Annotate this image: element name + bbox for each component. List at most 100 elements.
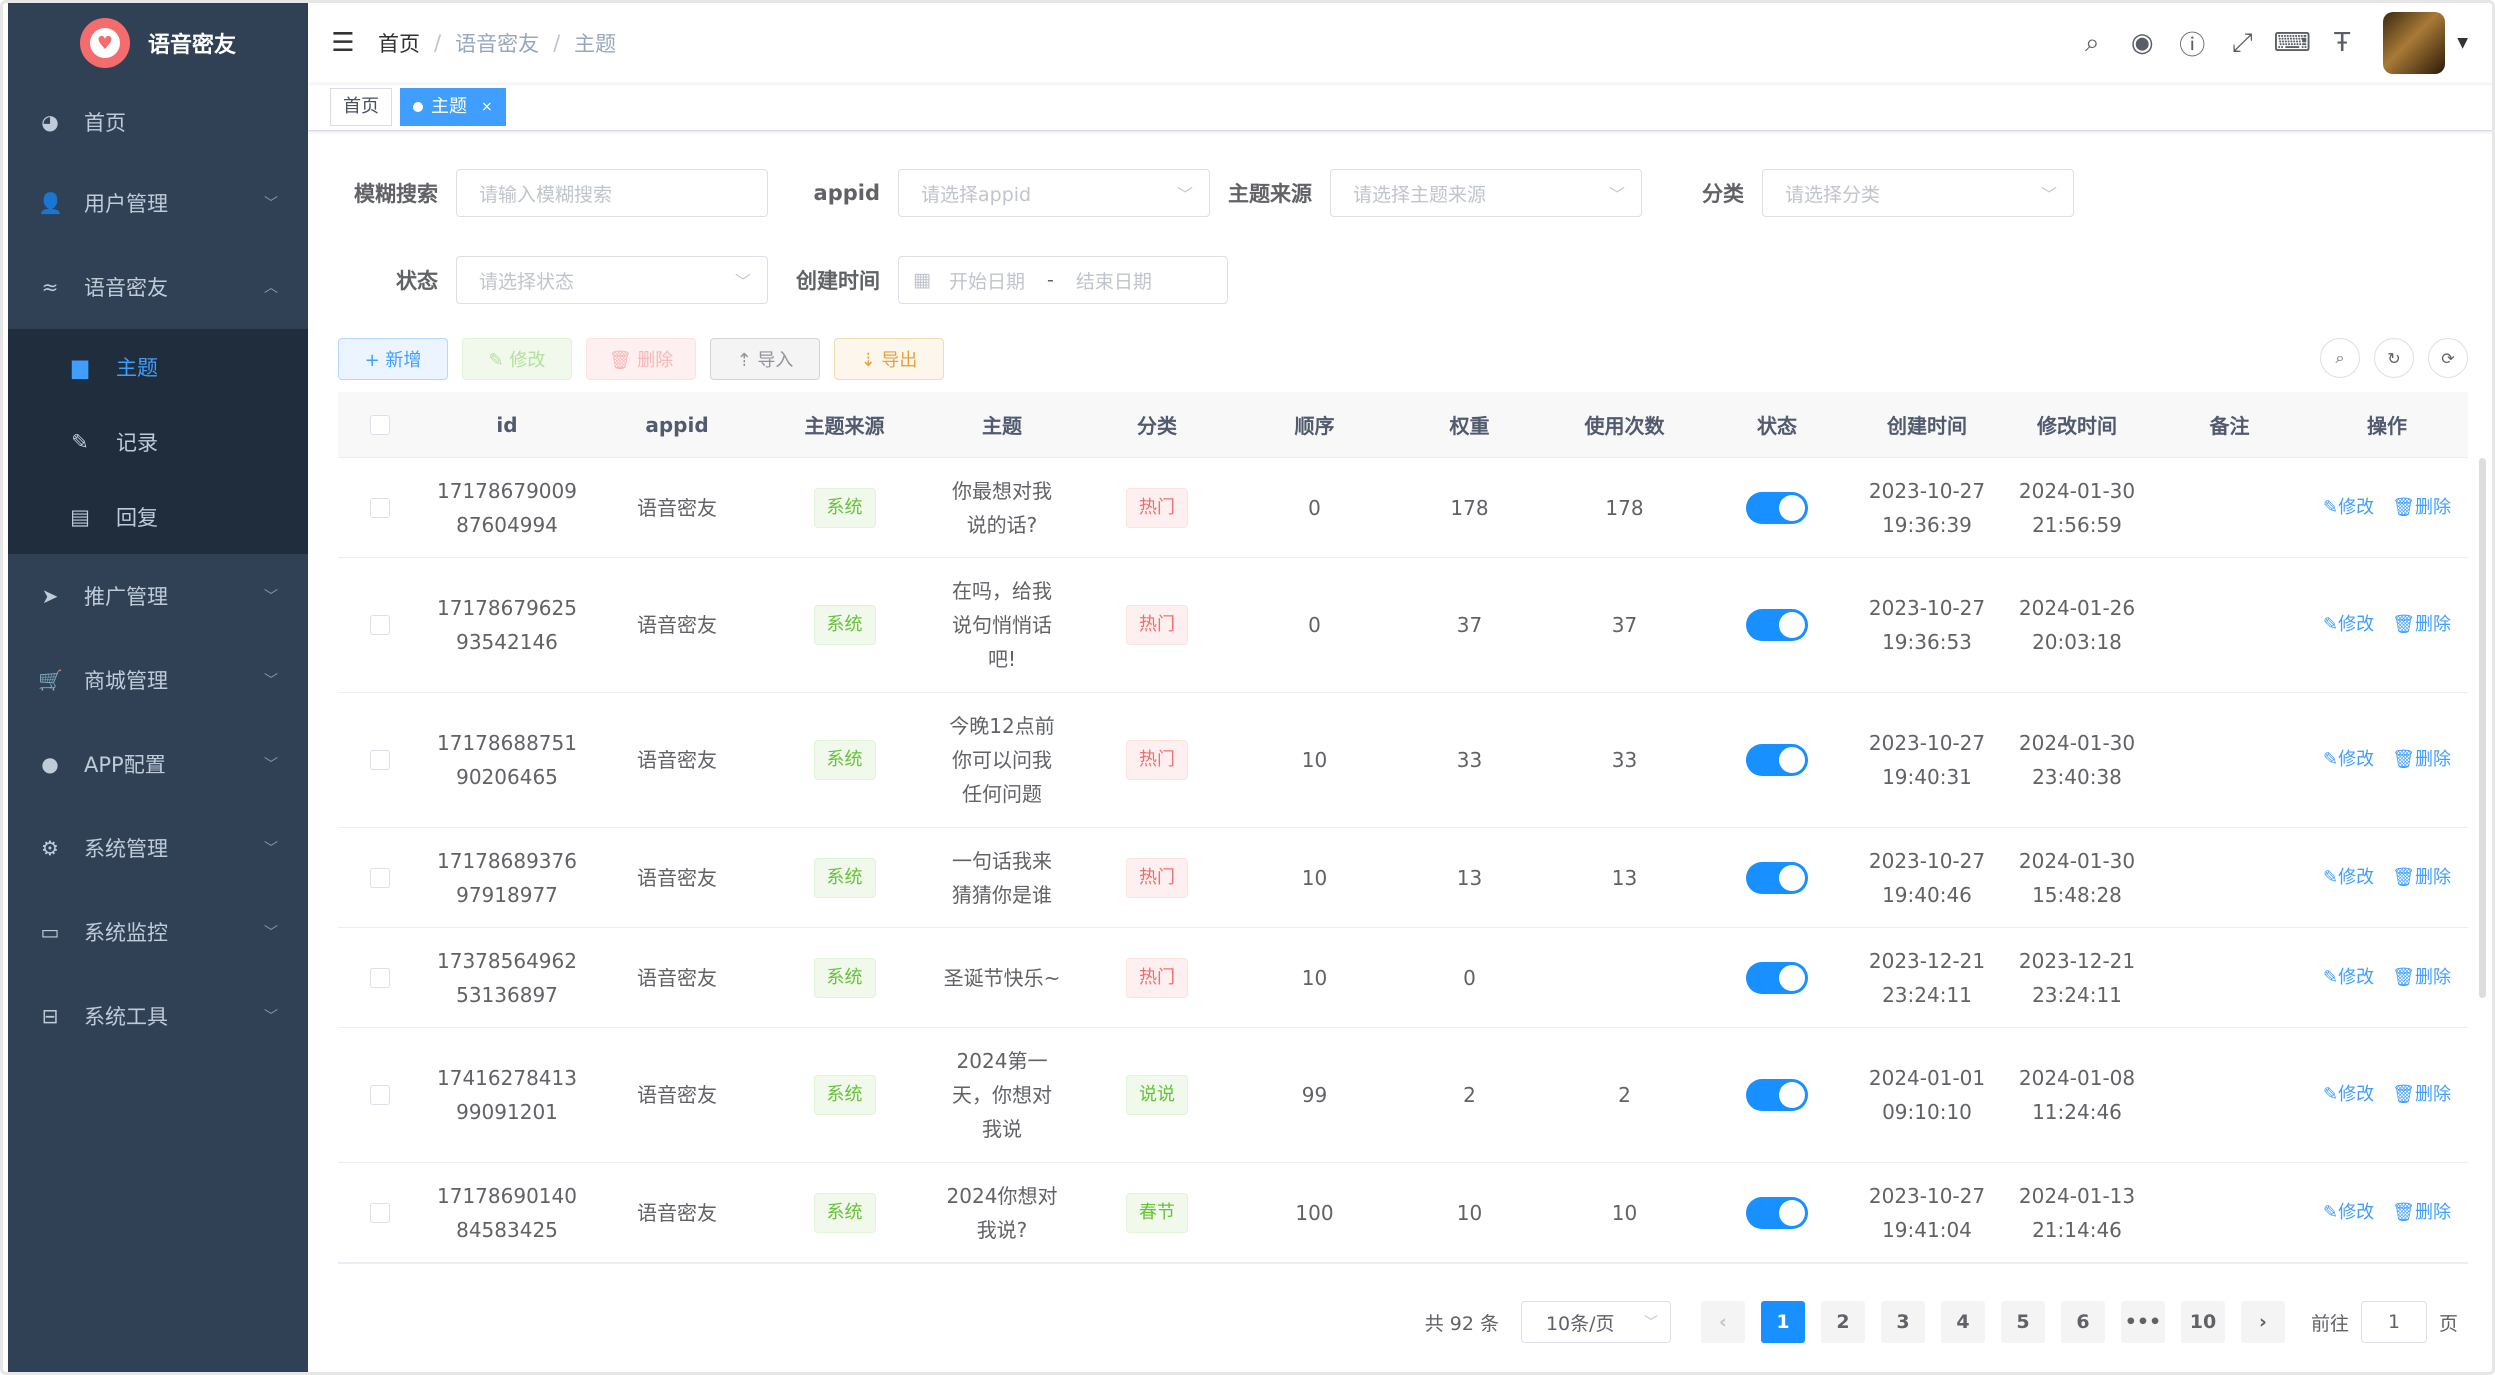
end-date-input[interactable]: 结束日期 (1076, 267, 1152, 294)
sidebar-subitem-reply[interactable]: ▤ 回复 (8, 479, 308, 554)
columns-icon[interactable]: ⟳ (2428, 338, 2468, 378)
sidebar-item-app-config[interactable]: ● APP配置 ﹀ (8, 722, 308, 806)
github-icon[interactable]: ◉ (2117, 3, 2167, 83)
delete-button[interactable]: 🗑 删除 (586, 338, 696, 380)
tag-home[interactable]: 首页 (330, 87, 392, 126)
status-toggle[interactable] (1746, 861, 1808, 894)
tag-topic[interactable]: 主题 × (400, 87, 506, 126)
page-number-button[interactable]: 1 (1760, 1301, 1805, 1343)
row-delete-button[interactable]: 🗑删除 (2392, 491, 2451, 525)
page-number-button[interactable]: 3 (1880, 1301, 1925, 1343)
page-number-button[interactable]: 6 (2060, 1301, 2105, 1343)
row-edit-label: 修改 (2338, 496, 2375, 518)
font-size-icon[interactable]: Ŧ (2317, 3, 2367, 83)
status-toggle[interactable] (1746, 1196, 1808, 1229)
breadcrumb-home[interactable]: 首页 (378, 28, 420, 58)
appid-select[interactable]: 请选择appid ﹀ (898, 169, 1210, 217)
row-delete-button[interactable]: 🗑删除 (2392, 743, 2451, 777)
row-edit-button[interactable]: ✎修改 (2323, 491, 2374, 525)
created-cell: 2023-10-27 19:40:46 (1852, 844, 2002, 912)
status-toggle[interactable] (1746, 1079, 1808, 1111)
refresh-icon[interactable]: ↻ (2374, 338, 2414, 378)
row-checkbox[interactable] (370, 867, 390, 888)
row-delete-button[interactable]: 🗑删除 (2392, 608, 2451, 642)
table-row[interactable]: 17178679625 93542146 语音密友 系统 在吗，给我 说句悄悄话 吧!… (338, 558, 2468, 693)
export-button[interactable]: ⇣ 导出 (834, 338, 944, 380)
source-tag: 系统 (813, 857, 876, 898)
source-select[interactable]: 请选择主题来源 ﹀ (1330, 169, 1642, 217)
sidebar-item-monitor[interactable]: ▭ 系统监控 ﹀ (8, 890, 308, 974)
row-delete-button[interactable]: 🗑删除 (2392, 961, 2451, 995)
table-row[interactable]: 17178688751 90206465 语音密友 系统 今晚12点前 你可以问我任… (338, 693, 2468, 828)
search-icon[interactable]: ⌕ (2067, 3, 2117, 83)
status-select[interactable]: 请选择状态 ﹀ (456, 256, 768, 304)
row-checkbox[interactable] (370, 497, 390, 518)
row-edit-button[interactable]: ✎修改 (2323, 861, 2374, 895)
avatar[interactable] (2383, 12, 2446, 74)
row-delete-button[interactable]: 🗑删除 (2392, 861, 2451, 895)
edit-button[interactable]: ✎ 修改 (462, 338, 572, 380)
help-icon[interactable]: ⓘ (2167, 3, 2217, 83)
date-range-picker[interactable]: ▦ 开始日期 - 结束日期 (898, 256, 1228, 304)
search-toggle-icon[interactable]: ⌕ (2320, 338, 2360, 378)
sidebar-item-user-management[interactable]: 👤 用户管理 ﹀ (8, 161, 308, 245)
page-ellipsis-button[interactable]: ••• (2120, 1301, 2165, 1343)
table-row[interactable]: 17178689376 97918977 语音密友 系统 一句话我来 猜猜你是谁 热… (338, 828, 2468, 928)
fullscreen-icon[interactable]: ⤢ (2217, 3, 2267, 83)
import-button[interactable]: ⇡ 导入 (710, 338, 820, 380)
table-row[interactable]: 17378564962 53136897 语音密友 系统 圣诞节快乐~ 热门 10… (338, 928, 2468, 1028)
row-edit-button[interactable]: ✎修改 (2323, 961, 2374, 995)
status-toggle[interactable] (1746, 961, 1808, 994)
row-edit-button[interactable]: ✎修改 (2323, 743, 2374, 777)
sidebar-subitem-topic[interactable]: ▆ 主题 (8, 329, 308, 404)
sidebar-item-promotion[interactable]: ➤ 推广管理 ﹀ (8, 554, 308, 638)
id-line: 87604994 (456, 512, 558, 537)
status-toggle[interactable] (1746, 609, 1808, 641)
page-number-button[interactable]: 2 (1820, 1301, 1865, 1343)
page-number-button[interactable]: 10 (2180, 1301, 2225, 1343)
column-header: 权重 (1449, 414, 1490, 438)
sidebar-item-tools[interactable]: ⊟ 系统工具 ﹀ (8, 974, 308, 1058)
table-row[interactable]: 17178679009 87604994 语音密友 系统 你最想对我 说的话? 热门… (338, 458, 2468, 558)
select-all-checkbox[interactable] (370, 414, 390, 435)
category-tag: 热门 (1126, 857, 1188, 898)
logo[interactable]: ♥ 语音密友 (8, 3, 308, 83)
vertical-scrollbar[interactable] (2479, 458, 2486, 998)
prev-page-button[interactable]: ‹ (1700, 1301, 1745, 1343)
row-checkbox[interactable] (370, 750, 390, 770)
table-row[interactable]: 17178690140 84583425 语音密友 系统 2024你想对 我说? 春… (338, 1163, 2468, 1263)
row-edit-button[interactable]: ✎修改 (2323, 1078, 2374, 1112)
caret-down-icon[interactable]: ▼ (2457, 35, 2468, 51)
created-time: 19:36:53 (1882, 630, 1972, 654)
sidebar-subitem-record[interactable]: ✎ 记录 (8, 404, 308, 479)
translate-icon[interactable]: ⌨ (2267, 3, 2317, 83)
row-delete-button[interactable]: 🗑删除 (2392, 1196, 2451, 1230)
actions-cell: ✎修改 🗑删除 (2307, 608, 2467, 642)
row-select-cell (338, 615, 422, 635)
sidebar-item-home[interactable]: ◕ 首页 (8, 83, 308, 161)
hamburger-icon[interactable]: ☰ (308, 3, 378, 83)
category-select[interactable]: 请选择分类 ﹀ (1762, 169, 2074, 217)
close-icon[interactable]: × (481, 89, 493, 125)
fuzzy-search-input[interactable]: 请输入模糊搜索 (456, 169, 768, 217)
next-page-button[interactable]: › (2240, 1301, 2285, 1343)
status-toggle[interactable] (1746, 491, 1808, 524)
row-delete-button[interactable]: 🗑删除 (2392, 1078, 2451, 1112)
sidebar-item-mall[interactable]: 🛒 商城管理 ﹀ (8, 638, 308, 722)
row-checkbox[interactable] (370, 1202, 390, 1223)
row-checkbox[interactable] (370, 967, 390, 988)
page-number-button[interactable]: 4 (1940, 1301, 1985, 1343)
goto-page-input[interactable]: 1 (2360, 1301, 2427, 1343)
add-button[interactable]: + 新增 (338, 338, 448, 380)
row-edit-button[interactable]: ✎修改 (2323, 608, 2374, 642)
start-date-input[interactable]: 开始日期 (949, 267, 1025, 294)
row-checkbox[interactable] (370, 1085, 390, 1105)
status-toggle[interactable] (1746, 744, 1808, 776)
page-number-button[interactable]: 5 (2000, 1301, 2045, 1343)
sidebar-item-voice-friend[interactable]: ≈ 语音密友 ︿ (8, 245, 308, 329)
sidebar-item-system[interactable]: ⚙ 系统管理 ﹀ (8, 806, 308, 890)
row-edit-button[interactable]: ✎修改 (2323, 1196, 2374, 1230)
table-row[interactable]: 17416278413 99091201 语音密友 系统 2024第一 天，你想对我… (338, 1028, 2468, 1163)
page-size-select[interactable]: 10条/页 ﹀ (1520, 1301, 1671, 1343)
row-checkbox[interactable] (370, 615, 390, 635)
